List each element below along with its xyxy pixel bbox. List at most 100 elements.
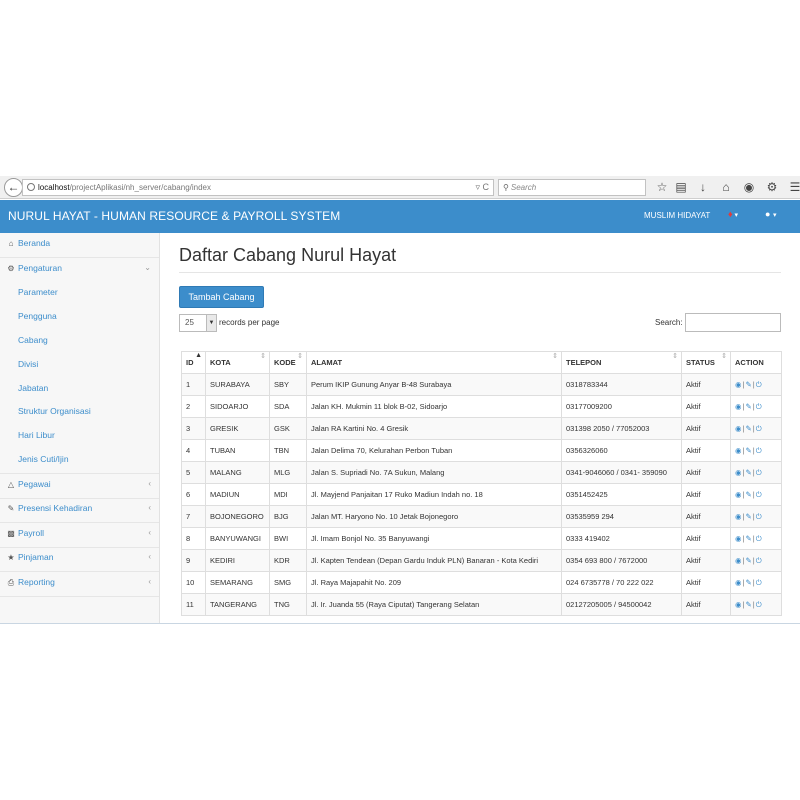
cell-actions: ◉|✎|⏻ bbox=[730, 549, 782, 572]
column-header-kota[interactable]: KOTA ⇕ bbox=[205, 351, 270, 374]
address-bar[interactable]: localhost/projectAplikasi/nh_server/caba… bbox=[22, 179, 494, 196]
toggle-power-icon[interactable]: ⏻ bbox=[756, 534, 762, 544]
view-eye-icon[interactable]: ◉ bbox=[735, 424, 742, 433]
cell-kota: GRESIK bbox=[205, 417, 270, 440]
view-eye-icon[interactable]: ◉ bbox=[735, 402, 742, 411]
toggle-power-icon[interactable]: ⏻ bbox=[756, 578, 762, 588]
sidebar-item-pengaturan[interactable]: ⚙ Pengaturan ⌄ bbox=[0, 263, 159, 283]
sidebar-item-cabang[interactable]: Cabang bbox=[0, 335, 159, 355]
toggle-power-icon[interactable]: ⏻ bbox=[756, 468, 762, 478]
view-eye-icon[interactable]: ◉ bbox=[735, 468, 742, 477]
menu-hamburger-icon[interactable]: ☰ bbox=[787, 179, 800, 195]
edit-icon[interactable]: ✎ bbox=[746, 578, 752, 587]
view-eye-icon[interactable]: ◉ bbox=[735, 534, 742, 543]
edit-icon[interactable]: ✎ bbox=[746, 490, 752, 499]
reading-list-icon[interactable]: ▤ bbox=[673, 179, 689, 195]
main-content: Daftar Cabang Nurul Hayat Tambah Cabang … bbox=[160, 233, 800, 623]
view-eye-icon[interactable]: ◉ bbox=[735, 490, 742, 499]
app-title[interactable]: NURUL HAYAT - HUMAN RESOURCE & PAYROLL S… bbox=[8, 209, 340, 223]
cell-kota: BANYUWANGI bbox=[205, 527, 270, 550]
column-header-telepon[interactable]: TELEPON ⇕ bbox=[561, 351, 682, 374]
edit-icon[interactable]: ✎ bbox=[746, 600, 752, 609]
action-separator: | bbox=[742, 379, 745, 389]
page-length-value: 25 bbox=[185, 318, 194, 327]
sidebar-item-parameter[interactable]: Parameter bbox=[0, 287, 159, 307]
user-name[interactable]: MUSLIM HIDAYAT bbox=[644, 211, 710, 220]
toggle-power-icon[interactable]: ⏻ bbox=[756, 600, 762, 610]
browser-search-field[interactable]: ⚲ Search bbox=[498, 179, 646, 196]
sidebar-item-divisi[interactable]: Divisi bbox=[0, 359, 159, 379]
toggle-power-icon[interactable]: ⏻ bbox=[756, 424, 762, 434]
edit-icon[interactable]: ✎ bbox=[746, 424, 752, 433]
cell-kota: SURABAYA bbox=[205, 373, 270, 396]
table-row: 3 GRESIK GSK Jalan RA Kartini No. 4 Gresik 0… bbox=[181, 417, 782, 440]
cell-status: Aktif bbox=[681, 527, 731, 550]
toggle-power-icon[interactable]: ⏻ bbox=[756, 402, 762, 412]
view-eye-icon[interactable]: ◉ bbox=[735, 380, 742, 389]
toggle-power-icon[interactable]: ⏻ bbox=[756, 446, 762, 456]
toggle-power-icon[interactable]: ⏻ bbox=[756, 512, 762, 522]
column-header-kode[interactable]: KODE ⇕ bbox=[269, 351, 307, 374]
column-header-id[interactable]: ID ▲ bbox=[181, 351, 206, 374]
table-header-row: ID ▲ KOTA ⇕ KODE ⇕ ALAMAT ⇕ TELEPON ⇕ STATUS ⇕… bbox=[181, 351, 782, 374]
toggle-power-icon[interactable]: ⏻ bbox=[756, 556, 762, 566]
edit-icon[interactable]: ✎ bbox=[746, 446, 752, 455]
download-icon[interactable]: ↓ bbox=[695, 179, 711, 195]
notification-bell-icon[interactable]: ♦ ▾ bbox=[728, 209, 738, 219]
sidebar-item-struktur-organisasi[interactable]: Struktur Organisasi bbox=[0, 406, 159, 426]
cell-status: Aktif bbox=[681, 571, 731, 594]
page-length-select[interactable]: 25 ▼ bbox=[179, 314, 217, 332]
sidebar-item-payroll[interactable]: ▩ Payroll ‹ bbox=[0, 528, 159, 548]
back-arrow-icon[interactable]: ← bbox=[4, 178, 23, 197]
cell-status: Aktif bbox=[681, 373, 731, 396]
cell-id: 2 bbox=[181, 395, 206, 418]
bookmark-star-icon[interactable]: ☆ bbox=[654, 179, 670, 195]
cell-kode: GSK bbox=[269, 417, 307, 440]
action-separator: | bbox=[752, 401, 755, 411]
action-separator: | bbox=[742, 511, 745, 521]
cell-status: Aktif bbox=[681, 483, 731, 506]
search-input[interactable] bbox=[685, 313, 781, 332]
column-header-alamat[interactable]: ALAMAT ⇕ bbox=[306, 351, 562, 374]
cell-kota: TANGERANG bbox=[205, 593, 270, 616]
view-eye-icon[interactable]: ◉ bbox=[735, 578, 742, 587]
column-header-status[interactable]: STATUS ⇕ bbox=[681, 351, 731, 374]
sidebar-item-hari-libur[interactable]: Hari Libur bbox=[0, 430, 159, 450]
extension-gear-icon[interactable]: ⚙ bbox=[764, 179, 780, 195]
cell-actions: ◉|✎|⏻ bbox=[730, 395, 782, 418]
toggle-power-icon[interactable]: ⏻ bbox=[756, 380, 762, 390]
edit-icon[interactable]: ✎ bbox=[746, 402, 752, 411]
chat-icon[interactable]: ◉ bbox=[741, 179, 757, 195]
action-separator: | bbox=[742, 489, 745, 499]
edit-icon[interactable]: ✎ bbox=[746, 556, 752, 565]
user-menu-icon[interactable]: ● ▾ bbox=[765, 209, 776, 219]
sidebar-item-jabatan[interactable]: Jabatan bbox=[0, 383, 159, 403]
star-icon: ★ bbox=[7, 553, 15, 562]
edit-icon: ✎ bbox=[7, 504, 15, 513]
edit-icon[interactable]: ✎ bbox=[746, 534, 752, 543]
sidebar-item-beranda[interactable]: ⌂ Beranda bbox=[0, 238, 159, 258]
add-branch-button[interactable]: Tambah Cabang bbox=[179, 286, 264, 308]
sidebar-item-jenis-cuti[interactable]: Jenis Cuti/Ijin bbox=[0, 454, 159, 474]
home-browser-icon[interactable]: ⌂ bbox=[718, 179, 734, 195]
view-eye-icon[interactable]: ◉ bbox=[735, 512, 742, 521]
reload-icon[interactable]: ▿ C bbox=[475, 180, 489, 195]
chevron-left-icon: ‹ bbox=[148, 528, 151, 537]
view-eye-icon[interactable]: ◉ bbox=[735, 446, 742, 455]
cell-alamat: Perum IKIP Gunung Anyar B-48 Surabaya bbox=[306, 373, 562, 396]
cell-telepon: 02127205005 / 94500042 bbox=[561, 593, 682, 616]
edit-icon[interactable]: ✎ bbox=[746, 468, 752, 477]
view-eye-icon[interactable]: ◉ bbox=[735, 600, 742, 609]
search-label: Search: bbox=[655, 318, 683, 327]
toggle-power-icon[interactable]: ⏻ bbox=[756, 490, 762, 500]
edit-icon[interactable]: ✎ bbox=[746, 512, 752, 521]
cell-actions: ◉|✎|⏻ bbox=[730, 483, 782, 506]
sidebar-item-pinjaman[interactable]: ★ Pinjaman ‹ bbox=[0, 552, 159, 572]
view-eye-icon[interactable]: ◉ bbox=[735, 556, 742, 565]
cell-telepon: 031398 2050 / 77052003 bbox=[561, 417, 682, 440]
sidebar-item-pegawai[interactable]: △ Pegawai ‹ bbox=[0, 479, 159, 499]
sidebar-item-pengguna[interactable]: Pengguna bbox=[0, 311, 159, 331]
sidebar-item-reporting[interactable]: ⎙ Reporting ‹ bbox=[0, 577, 159, 597]
edit-icon[interactable]: ✎ bbox=[746, 380, 752, 389]
sidebar-item-presensi[interactable]: ✎ Presensi Kehadiran ‹ bbox=[0, 503, 159, 523]
